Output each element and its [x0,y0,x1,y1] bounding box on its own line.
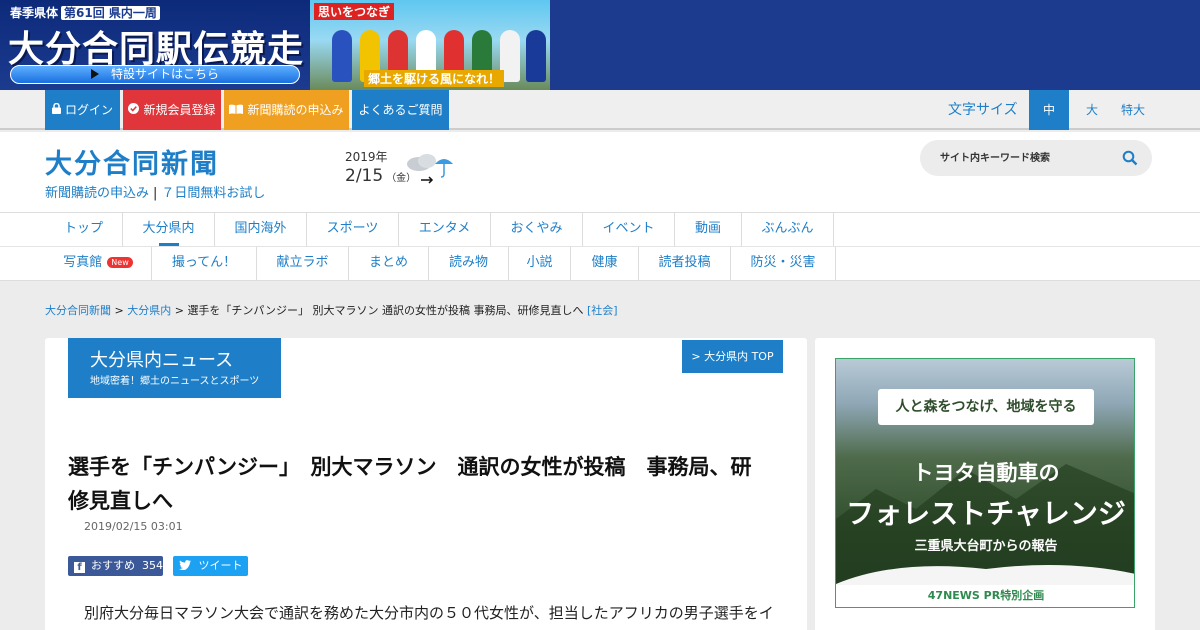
secondary-nav: 写真館 New 撮ってん！ 献立ラボ まとめ 読み物 小説 健康 読者投稿 防災・… [0,247,1200,281]
runners-photo[interactable]: 思いをつなぎ 郷土を駆ける風になれ！ [310,0,550,90]
login-button[interactable]: ログイン [45,90,120,130]
forest-challenge-ad[interactable]: 人と森をつなげ、地域を守る トヨタ自動車の フォレストチャレンジ 三重県大台町か… [835,358,1135,608]
nav-matome[interactable]: まとめ [349,247,429,280]
breadcrumb-section[interactable]: 大分県内 [127,304,171,317]
article-title: 選手を「チンパンジー」 別大マラソン 通訳の女性が投稿 事務局、研修見直しへ [68,455,752,513]
nav-national-world[interactable]: 国内海外 [215,213,307,246]
ad-line-2: フォレストチャレンジ [846,497,1126,530]
sidebar-panel: 人と森をつなげ、地域を守る トヨタ自動車の フォレストチャレンジ 三重県大台町か… [815,338,1155,630]
slogan-1: 思いをつなぎ [314,3,395,20]
nav-kondate-lab[interactable]: 献立ラボ [257,247,349,280]
nav-yomimono[interactable]: 読み物 [429,247,509,280]
ad-footer: 47NEWS PR特別企画 [836,585,1134,607]
breadcrumb-category[interactable]: [社会] [587,304,618,317]
font-size-medium[interactable]: 中 [1029,90,1069,130]
utility-bar: ログイン 新規会員登録 新聞購読の申込み よくあるご質問 文字サイズ 中 大 特… [0,90,1200,130]
nav-photo-gallery[interactable]: 写真館 New [45,247,152,280]
site-header: 大分合同新聞 新聞購読の申込み | ７日間無料お試し 2019年 2/15 （金） [0,132,1200,212]
play-arrow-icon [90,69,99,79]
cloudy-then-rain-icon [405,152,455,188]
section-top-button[interactable]: > 大分県内 TOP [682,340,783,373]
subscribe-link[interactable]: 新聞購読の申込み [45,186,149,201]
date-year: 2019年 [345,150,388,164]
lock-icon [51,90,61,130]
nav-disaster[interactable]: 防災・災害 [731,247,836,280]
faq-button[interactable]: よくあるご質問 [352,90,449,130]
breadcrumb-current: 選手を「チンパンジー」 別大マラソン 通訳の女性が投稿 事務局、研修見直しへ [187,304,584,317]
check-circle-icon [128,90,140,130]
section-title: 大分県内ニュース [90,350,234,371]
font-size-large[interactable]: 大 [1073,90,1111,130]
nav-entertainment[interactable]: エンタメ [399,213,491,246]
font-size-label: 文字サイズ [948,102,1018,118]
breadcrumb-home[interactable]: 大分合同新聞 [45,304,111,317]
signup-button[interactable]: 新規会員登録 [123,90,221,130]
subscribe-button[interactable]: 新聞購読の申込み [224,90,349,130]
nav-obituaries[interactable]: おくやみ [491,213,583,246]
nav-totten[interactable]: 撮ってん！ [152,247,257,280]
ekiden-kicker: 春季県体 第61回 県内一周 [10,4,160,21]
top-banner: 春季県体 第61回 県内一周 大分合同駅伝競走 特設サイトはこちら 思いをつなぎ … [0,0,1200,90]
nav-video[interactable]: 動画 [675,213,742,246]
site-logo[interactable]: 大分合同新聞 [45,142,219,181]
nav-reader-posts[interactable]: 読者投稿 [639,247,731,280]
ekiden-special-site-button[interactable]: 特設サイトはこちら [10,65,300,84]
ekiden-ad-banner[interactable]: 春季県体 第61回 県内一周 大分合同駅伝競走 特設サイトはこちら [0,0,310,90]
nav-top[interactable]: トップ [45,213,123,246]
font-size-xlarge[interactable]: 特大 [1113,90,1153,130]
nav-bunbun[interactable]: ぶんぶん [742,213,834,246]
open-book-icon [229,90,244,130]
nav-oita[interactable]: 大分県内 [123,213,215,246]
section-header: 大分県内ニュース 地域密着！郷土のニュースとスポーツ [68,338,281,398]
search-input[interactable] [940,150,1120,166]
section-subtitle: 地域密着！郷土のニュースとスポーツ [90,376,260,387]
twitter-bird-icon [179,559,199,572]
facebook-count: 354 [142,559,163,572]
nav-health[interactable]: 健康 [571,247,639,280]
facebook-recommend-button[interactable]: f おすすめ 354 [68,556,163,576]
subscribe-links: 新聞購読の申込み | ７日間無料お試し [45,186,266,201]
new-badge: New [107,257,133,268]
article-date: 2019/02/15 03:01 [84,520,183,533]
ad-line-1: トヨタ自動車の [912,461,1060,485]
article-panel: 大分県内ニュース 地域密着！郷土のニュースとスポーツ > 大分県内 TOP 選手… [45,338,807,630]
nav-novel[interactable]: 小説 [509,247,571,280]
tweet-button[interactable]: ツイート [173,556,248,576]
nav-sports[interactable]: スポーツ [307,213,399,246]
nav-events[interactable]: イベント [583,213,675,246]
article-body: 別府大分毎日マラソン大会で通訳を務めた大分市内の５０代女性が、担当したアフリカの… [84,604,774,622]
breadcrumb: 大分合同新聞 > 大分県内 > 選手を「チンパンジー」 別大マラソン 通訳の女性… [45,304,618,317]
ad-line-3: 三重県大台町からの報告 [914,539,1058,554]
slogan-2: 郷土を駆ける風になれ！ [364,70,505,87]
free-trial-link[interactable]: ７日間無料お試し [161,186,265,201]
ad-banner-text: 人と森をつなげ、地域を守る [878,389,1094,425]
primary-nav: トップ 大分県内 国内海外 スポーツ エンタメ おくやみ イベント 動画 ぶんぶ… [0,212,1200,247]
site-search [920,140,1152,176]
search-icon[interactable] [1122,150,1138,166]
facebook-icon: f [74,562,85,573]
